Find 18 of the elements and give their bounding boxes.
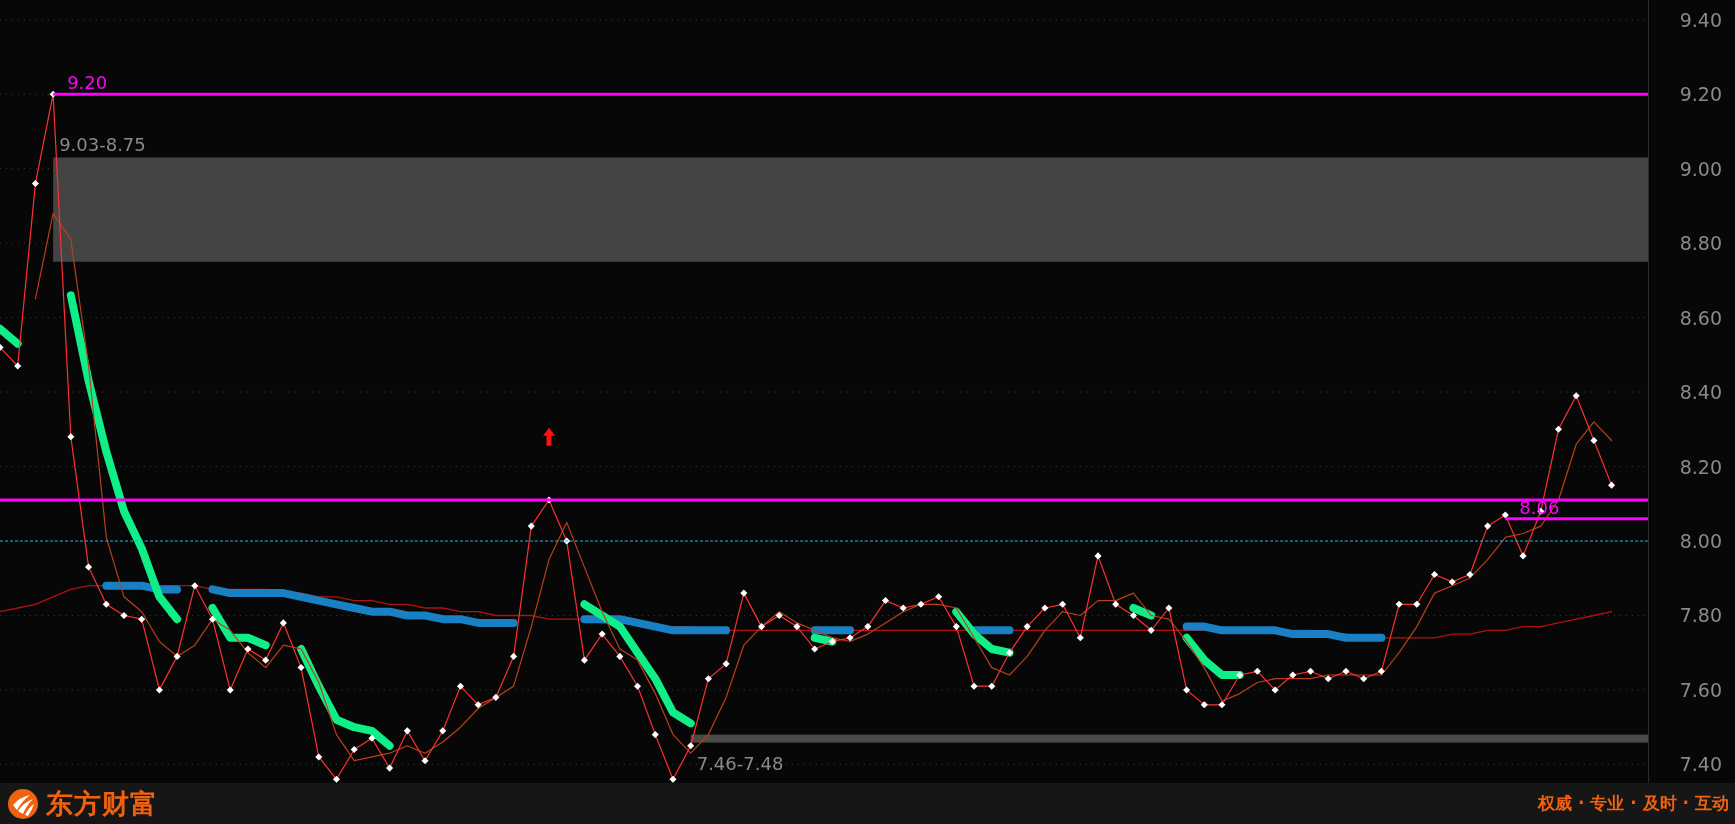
- axis-tick-label: 7.40: [1679, 753, 1722, 776]
- range-label: 7.46-7.48: [696, 753, 784, 775]
- axis-tick-label: 8.60: [1679, 306, 1722, 329]
- axis-tick-label: 8.40: [1679, 381, 1722, 404]
- logo-icon: [8, 788, 38, 819]
- price-label: 9.20: [67, 72, 108, 94]
- axis-tick-label: 7.80: [1679, 604, 1722, 627]
- axis-tick-label: 9.20: [1679, 83, 1722, 106]
- axis-tick-label: 8.00: [1679, 530, 1722, 552]
- slogan: 权威 · 专业 · 及时 · 互动: [1538, 792, 1729, 815]
- axis-tick-label: 8.80: [1679, 232, 1722, 255]
- axis-tick-label: 7.60: [1679, 678, 1722, 701]
- axis-tick-label: 9.00: [1679, 157, 1722, 180]
- axis-tick-label: 9.40: [1679, 8, 1722, 31]
- range-label: 9.03-8.75: [59, 134, 146, 156]
- brand-name: 东方财富: [46, 786, 158, 821]
- axis-tick-label: 8.20: [1679, 455, 1722, 478]
- up-arrow-icon: [543, 427, 555, 446]
